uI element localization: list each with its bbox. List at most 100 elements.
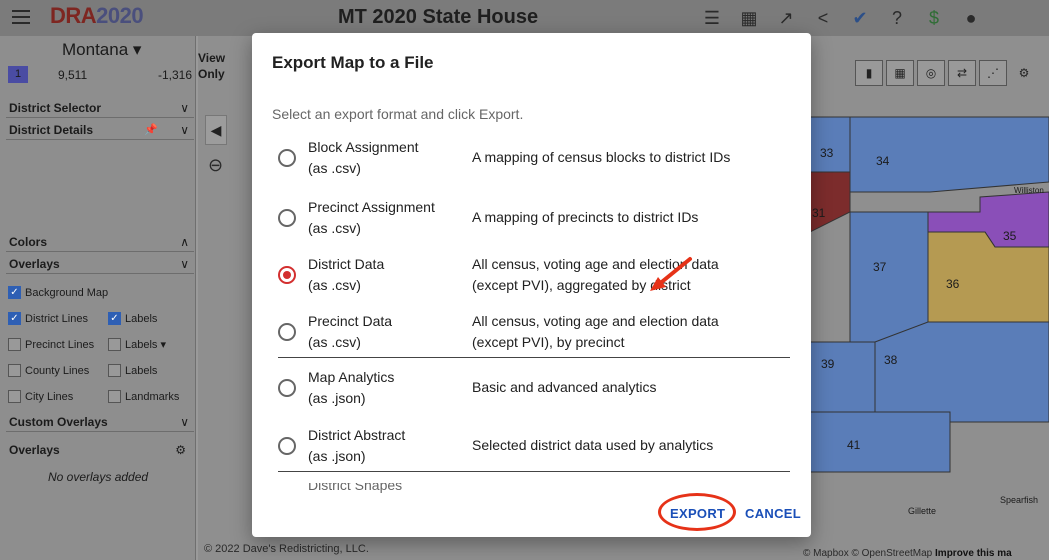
checkbox-checked-icon: ✓: [108, 312, 121, 325]
background-map-checkbox[interactable]: ✓ Background Map: [8, 286, 108, 299]
no-overlays-message: No overlays added: [48, 470, 149, 484]
place-label: Spearfish: [1000, 495, 1039, 505]
district-37-shape[interactable]: [849, 211, 929, 343]
page-title: MT 2020 State House: [338, 6, 539, 28]
chevron-down-icon: ∨: [180, 415, 189, 429]
district-lines-checkbox[interactable]: ✓ District Lines: [8, 312, 88, 325]
sidebar: Montana ▾ 1 9,511 -1,316 District Select…: [0, 36, 196, 560]
district-label: 34: [876, 154, 890, 168]
checkbox-checked-icon: ✓: [8, 312, 21, 325]
chevron-up-icon: ∧: [180, 235, 189, 249]
help-icon[interactable]: ?: [885, 6, 909, 30]
grid-icon[interactable]: ▦: [886, 60, 914, 86]
overlays-panel[interactable]: Overlays ∨: [6, 254, 194, 274]
state-selector[interactable]: Montana ▾: [62, 40, 141, 60]
share-arrow-icon[interactable]: ↗: [774, 6, 798, 30]
table-icon[interactable]: ▦: [737, 6, 761, 30]
account-icon[interactable]: ●: [959, 6, 983, 30]
export-button[interactable]: EXPORT: [670, 506, 725, 521]
brand-logo[interactable]: DRA2020: [50, 3, 144, 29]
chevron-down-icon: ∨: [180, 123, 189, 137]
export-dialog: Export Map to a File Select an export fo…: [252, 33, 811, 537]
option-map-analytics[interactable]: Map Analytics (as .json) Basic and advanc…: [278, 363, 790, 413]
radio-unselected-icon[interactable]: [278, 379, 296, 397]
divider: [278, 357, 790, 358]
checkbox-empty-icon: [8, 338, 21, 351]
county-lines-checkbox[interactable]: County Lines: [8, 364, 89, 377]
gear-icon[interactable]: ⚙: [175, 440, 186, 460]
collapse-left-button[interactable]: ◀: [205, 115, 227, 145]
chevron-down-icon: ∨: [180, 101, 189, 115]
district-label: 41: [847, 438, 861, 452]
dialog-subtitle: Select an export format and click Export…: [272, 106, 524, 122]
district-38-shape[interactable]: [874, 321, 1049, 423]
option-district-shapes-partial[interactable]: District Shapes: [278, 483, 478, 495]
district-label: 39: [821, 357, 835, 371]
precinct-lines-checkbox[interactable]: Precinct Lines: [8, 338, 94, 351]
arrow-shaft: [656, 257, 692, 287]
county-labels-checkbox[interactable]: Labels: [108, 364, 157, 377]
district-deviation: -1,316: [157, 68, 192, 82]
district-41-shape[interactable]: [810, 411, 951, 473]
menu-icon[interactable]: [12, 10, 30, 24]
list-icon[interactable]: ☰: [700, 6, 724, 30]
landmarks-checkbox[interactable]: Landmarks: [108, 390, 179, 403]
dollar-icon[interactable]: $: [922, 6, 946, 30]
checkbox-empty-icon: [8, 390, 21, 403]
share-icon[interactable]: <: [811, 6, 835, 30]
top-toolbar: ☰ ▦ ↗ < ✔ ? $ ●: [700, 6, 996, 30]
radio-unselected-icon[interactable]: [278, 437, 296, 455]
place-label: Williston: [1014, 186, 1044, 195]
checkbox-empty-icon: [8, 364, 21, 377]
district-number-badge[interactable]: 1: [8, 66, 28, 83]
chevron-down-icon: ∨: [180, 257, 189, 271]
district-map: [810, 112, 1049, 512]
place-label: Gillette: [908, 506, 937, 516]
twitter-icon[interactable]: ✔: [848, 6, 872, 30]
map-tools: ▮ ▦ ◎ ⇄ ⋰ ⚙: [855, 60, 1041, 86]
radio-unselected-icon[interactable]: [278, 323, 296, 341]
district-stats: 1 9,511 -1,316: [6, 66, 194, 84]
scatter-icon[interactable]: ⋰: [979, 60, 1007, 86]
map-view-icon[interactable]: ▮: [855, 60, 883, 86]
view-only-indicator: View Only: [198, 51, 226, 81]
pin-icon[interactable]: 📌: [144, 120, 158, 140]
option-precinct-data[interactable]: Precinct Data (as .csv) All census, votin…: [278, 307, 790, 357]
checkbox-checked-icon: ✓: [8, 286, 21, 299]
top-bar: DRA2020 MT 2020 State House ☰ ▦ ↗ < ✔ ? …: [0, 0, 1049, 36]
district-label: 33: [820, 146, 834, 160]
district-label: 31: [812, 206, 826, 220]
checkbox-empty-icon: [108, 390, 121, 403]
district-labels-checkbox[interactable]: ✓ Labels: [108, 312, 157, 325]
district-details-panel[interactable]: District Details 📌 ∨: [6, 120, 194, 140]
district-label: 35: [1003, 229, 1017, 243]
radio-unselected-icon[interactable]: [278, 149, 296, 167]
option-precinct-assignment[interactable]: Precinct Assignment (as .csv) A mapping o…: [278, 193, 790, 243]
option-block-assignment[interactable]: Block Assignment (as .csv) A mapping of c…: [278, 133, 790, 183]
option-district-abstract[interactable]: District Abstract (as .json) Selected dis…: [278, 421, 790, 471]
precinct-labels-checkbox[interactable]: Labels ▾: [108, 338, 166, 351]
option-district-data[interactable]: District Data (as .csv) All census, votin…: [278, 250, 790, 300]
district-39-shape[interactable]: [810, 341, 876, 413]
district-33-shape[interactable]: [810, 116, 851, 173]
overlays-list-panel: Overlays ⚙: [6, 440, 194, 460]
radio-selected-icon[interactable]: [278, 266, 296, 284]
checkbox-empty-icon: [108, 338, 121, 351]
checkbox-empty-icon: [108, 364, 121, 377]
cancel-button[interactable]: CANCEL: [745, 506, 801, 521]
compare-icon[interactable]: ⇄: [948, 60, 976, 86]
radio-unselected-icon[interactable]: [278, 209, 296, 227]
improve-map-link[interactable]: Improve this ma: [935, 548, 1012, 559]
divider: [278, 471, 790, 472]
dialog-title: Export Map to a File: [272, 53, 434, 72]
district-population: 9,511: [58, 68, 88, 82]
city-lines-checkbox[interactable]: City Lines: [8, 390, 73, 403]
zoom-out-icon[interactable]: ⊖: [208, 155, 223, 176]
district-selector-panel[interactable]: District Selector ∨: [6, 98, 194, 118]
radar-icon[interactable]: ◎: [917, 60, 945, 86]
copyright-text: © 2022 Dave's Redistricting, LLC.: [204, 543, 369, 555]
settings-gear-icon[interactable]: ⚙: [1010, 60, 1038, 86]
custom-overlays-panel[interactable]: Custom Overlays ∨: [6, 412, 194, 432]
map-attribution: © Mapbox © OpenStreetMap Improve this ma: [803, 548, 1012, 559]
colors-panel[interactable]: Colors ∧: [6, 232, 194, 252]
